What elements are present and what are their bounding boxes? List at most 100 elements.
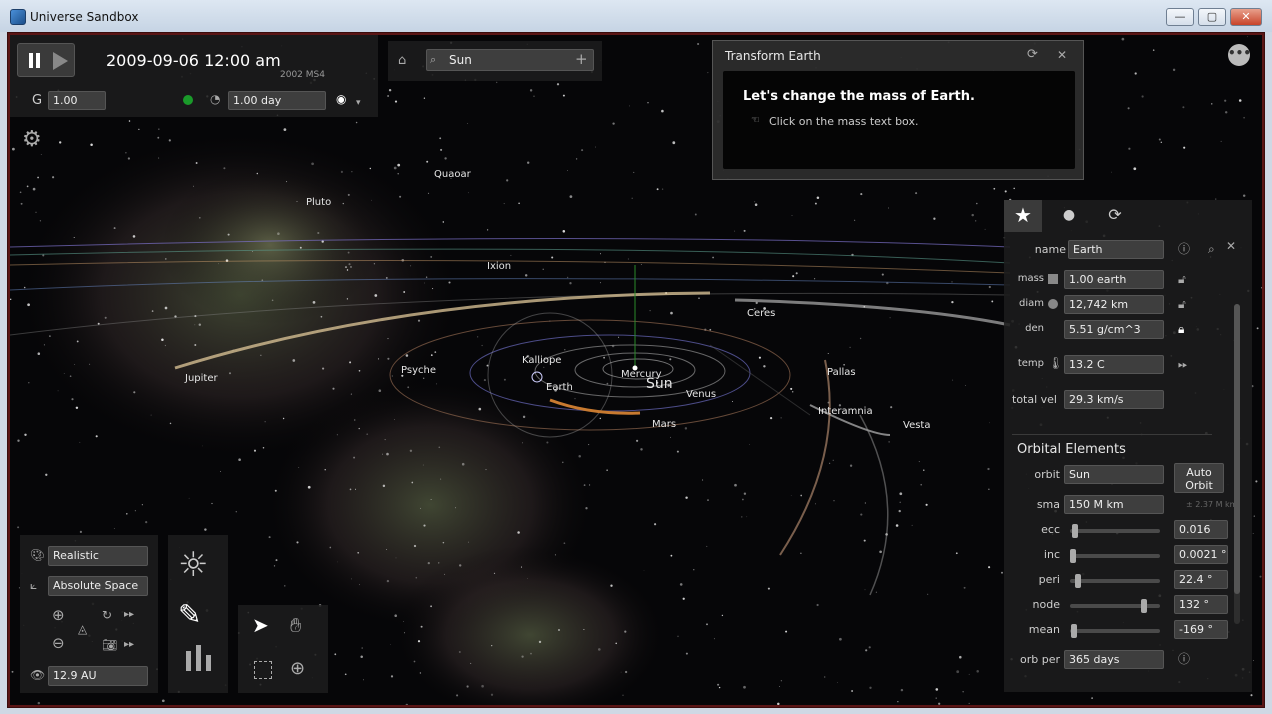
orbper-info-icon[interactable]: ⓘ (1178, 651, 1190, 667)
chart-icon-bar3[interactable] (206, 655, 211, 671)
info-icon[interactable]: ⓘ (1178, 241, 1190, 257)
label-vesta[interactable]: Vesta (903, 420, 930, 431)
tutorial-body: Let's change the mass of Earth. ☜ Click … (723, 71, 1075, 169)
rotate-forward-icon[interactable]: ▸▸ (124, 607, 134, 623)
label-ixion[interactable]: Ixion (487, 261, 511, 272)
auto-orbit-button[interactable]: Auto Orbit (1174, 463, 1224, 493)
velocity-input[interactable]: 29.3 km/s (1064, 390, 1164, 409)
panel-scrollbar[interactable] (1234, 304, 1240, 624)
search-box[interactable]: ⌕ Sun + (426, 49, 594, 71)
orbit-label: orbit (1034, 468, 1060, 481)
reference-frame-select[interactable]: Absolute Space (48, 576, 148, 596)
tab-orbit[interactable]: ⟳ (1096, 200, 1134, 232)
brush-icon[interactable]: ✎ (178, 597, 201, 633)
tutorial-panel: Transform Earth ⟳ ✕ Let's change the mas… (712, 40, 1084, 180)
inc-slider[interactable] (1070, 549, 1160, 563)
label-jupiter[interactable]: Jupiter (185, 373, 218, 384)
space-viewport[interactable]: Quaoar Pluto Ixion Ceres Kalliope Psyche… (10, 35, 1262, 705)
inc-input[interactable]: 0.0021 ° (1174, 545, 1228, 564)
inc-slider-knob[interactable] (1070, 549, 1076, 563)
zoom-out-icon[interactable]: ⊖ (52, 635, 65, 651)
add-object-icon[interactable]: ⊕ (290, 660, 305, 678)
view-distance-input[interactable]: 12.9 AU (48, 666, 148, 686)
diameter-input[interactable]: 12,742 km (1064, 295, 1164, 314)
label-sun[interactable]: Sun (646, 376, 673, 392)
node-slider[interactable] (1070, 599, 1160, 613)
render-mode-select[interactable]: Realistic (48, 546, 148, 566)
ecc-input[interactable]: 0.016 (1174, 520, 1228, 539)
scrollbar-thumb[interactable] (1234, 304, 1240, 594)
peri-slider-knob[interactable] (1075, 574, 1082, 588)
close-icon[interactable]: ✕ (1057, 47, 1067, 63)
refresh-icon[interactable]: ⟳ (1027, 47, 1038, 63)
label-pluto[interactable]: Pluto (306, 197, 331, 208)
mean-slider-knob[interactable] (1070, 624, 1077, 638)
unlock-icon[interactable]: 🔓︎ (1178, 271, 1186, 287)
temp-input[interactable]: 13.2 C (1064, 355, 1164, 374)
name-input[interactable]: Earth (1068, 240, 1164, 259)
rotate-view-icon[interactable]: ↻ (102, 607, 112, 623)
pointer-icon: ☜ (751, 115, 760, 126)
clock-icon: ◔ (210, 92, 221, 106)
orbper-input[interactable]: 365 days (1064, 650, 1164, 669)
sma-label: sma (1036, 498, 1060, 511)
peri-input[interactable]: 22.4 ° (1174, 570, 1228, 589)
target-icon[interactable]: ◉ (336, 91, 346, 107)
mean-input[interactable]: -169 ° (1174, 620, 1228, 639)
gravity-input[interactable]: 1.00 (48, 91, 106, 110)
label-interamnia[interactable]: Interamnia (818, 406, 873, 417)
fast-forward-icon[interactable]: ⏩︎ (1178, 356, 1188, 372)
diam-unlock-icon[interactable]: 🔓︎ (1178, 296, 1186, 312)
pointer-tool-icon[interactable]: ➤ (252, 615, 269, 635)
camera-forward-icon[interactable]: ▸▸ (124, 637, 134, 653)
pause-icon[interactable] (29, 53, 33, 68)
maximize-button[interactable]: ▢ (1198, 8, 1226, 26)
chart-icon[interactable] (186, 651, 191, 671)
tab-star[interactable]: ★ (1004, 200, 1042, 232)
lock-icon[interactable]: 🔒︎ (1178, 321, 1184, 337)
ecc-slider[interactable] (1070, 524, 1160, 538)
zoom-in-icon[interactable]: ⊕ (52, 607, 65, 623)
play-icon[interactable] (53, 52, 68, 70)
camera-icon[interactable]: 📷︎ (102, 637, 117, 653)
ecc-slider-knob[interactable] (1071, 524, 1078, 538)
hand-tool-icon[interactable]: ✋︎ (290, 615, 301, 635)
label-ceres[interactable]: Ceres (747, 308, 775, 319)
mean-slider[interactable] (1070, 624, 1160, 638)
search-panel: ⌂ ⌕ Sun + (388, 41, 602, 81)
label-pallas[interactable]: Pallas (827, 367, 856, 378)
search-body-icon[interactable]: ⌕ (1208, 241, 1215, 257)
node-input[interactable]: 132 ° (1174, 595, 1228, 614)
label-psyche[interactable]: Psyche (401, 365, 436, 376)
selection-box-icon[interactable] (254, 661, 272, 679)
add-icon[interactable]: + (575, 51, 588, 67)
home-icon[interactable]: ⌂ (398, 53, 406, 69)
mass-input[interactable]: 1.00 earth (1064, 270, 1164, 289)
node-slider-knob[interactable] (1141, 599, 1148, 613)
chevron-down-icon[interactable]: ▾ (356, 95, 361, 111)
label-kalliope[interactable]: Kalliope (522, 355, 561, 366)
more-menu-icon[interactable]: ••• (1228, 44, 1251, 66)
density-input[interactable]: 5.51 g/cm^3 (1064, 320, 1164, 339)
pause-icon-bar[interactable] (36, 53, 40, 68)
eye-tilt-icon[interactable]: ◬ (78, 621, 87, 637)
close-window-button[interactable]: ✕ (1230, 8, 1262, 26)
chart-icon-bar2[interactable] (196, 645, 201, 671)
gear-icon[interactable]: ⚙ (22, 129, 42, 151)
palette-icon: 🎨︎ (30, 548, 46, 562)
time-panel: 2009-09-06 12:00 am 2002 MS4 G 1.00 ◔ 1.… (10, 35, 378, 117)
sun-icon[interactable]: ☼ (178, 545, 208, 585)
peri-slider[interactable] (1070, 574, 1160, 588)
label-quaoar[interactable]: Quaoar (434, 169, 471, 180)
minimize-button[interactable]: — (1166, 8, 1194, 26)
timestep-input[interactable]: 1.00 day (228, 91, 326, 110)
sma-input[interactable]: 150 M km (1064, 495, 1164, 514)
label-venus[interactable]: Venus (686, 389, 716, 400)
orbit-input[interactable]: Sun (1064, 465, 1164, 484)
panel-close-icon[interactable]: ✕ (1226, 238, 1236, 254)
label-earth[interactable]: Earth (546, 382, 573, 393)
label-mars[interactable]: Mars (652, 419, 676, 430)
tab-body[interactable]: ● (1050, 200, 1088, 232)
search-input[interactable]: Sun (449, 53, 472, 67)
node-label: node (1032, 598, 1060, 611)
